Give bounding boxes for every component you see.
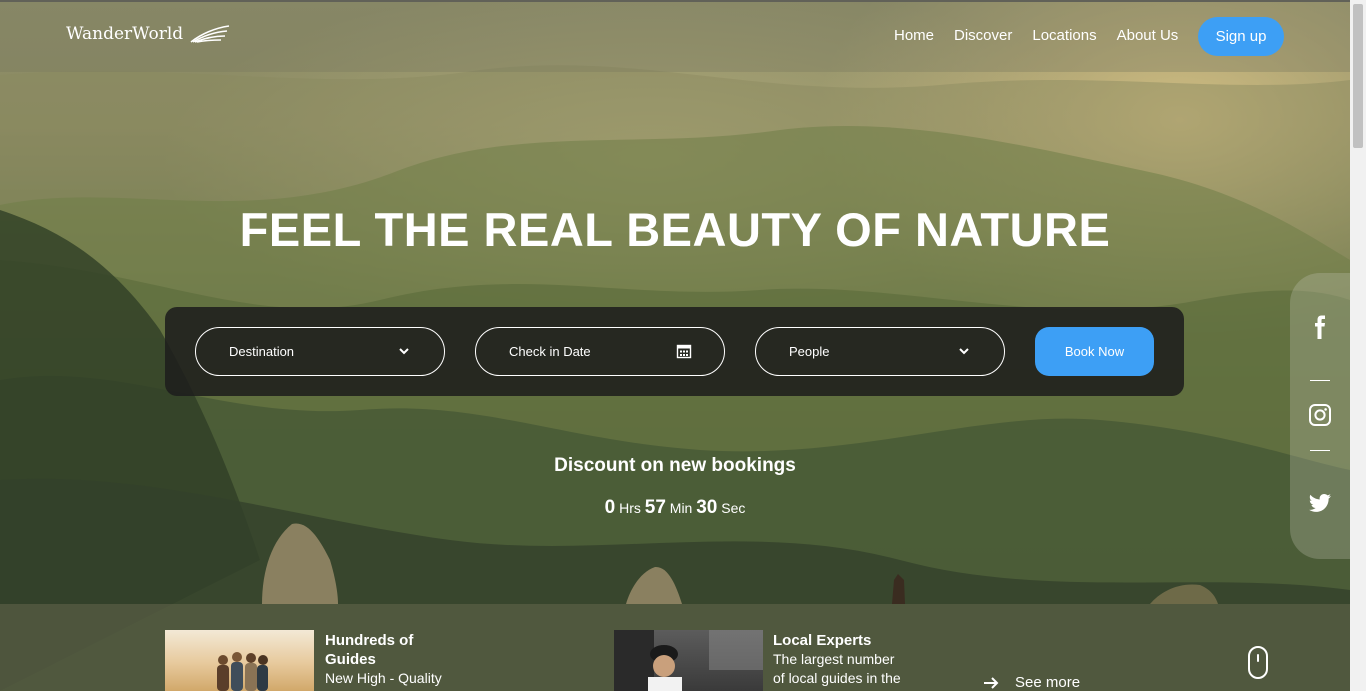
hero-title: FEEL THE REAL BEAUTY OF NATURE (239, 203, 1111, 256)
nav-links: Home Discover Locations About Us (894, 27, 1178, 44)
destination-label: Destination (229, 344, 295, 359)
checkin-date-input[interactable]: Check in Date (475, 327, 725, 376)
feature-guides-title: Hundreds of Guides (325, 631, 413, 669)
countdown-timer: 0 Hrs 57 Min 30 Sec (0, 497, 1350, 519)
arrow-right-icon (984, 676, 999, 689)
instagram-icon[interactable] (1308, 403, 1332, 427)
see-more-label: See more (1015, 674, 1081, 691)
feature-experts-desc-line1: The largest number (773, 651, 895, 667)
local-expert-image (614, 630, 763, 691)
book-now-button[interactable]: Book Now (1035, 327, 1154, 376)
destination-select[interactable]: Destination (195, 327, 445, 376)
countdown-seconds-unit: Sec (721, 500, 746, 516)
see-more-link[interactable]: See more (983, 674, 1080, 691)
scroll-mouse-icon[interactable] (1248, 646, 1268, 679)
features-strip: Hundreds of Guides New High - Quality Lo… (0, 604, 1350, 691)
social-divider (1310, 450, 1330, 451)
page-scrollbar[interactable] (1350, 0, 1366, 691)
facebook-icon[interactable] (1308, 315, 1332, 339)
guides-image (165, 630, 314, 691)
chevron-down-icon (399, 348, 409, 355)
people-select[interactable]: People (755, 327, 1005, 376)
scrollbar-thumb[interactable] (1353, 4, 1363, 148)
feature-experts-desc: The largest number of local guides in th… (773, 650, 901, 688)
discount-title: Discount on new bookings (554, 455, 796, 476)
countdown-hours-unit: Hrs (619, 500, 641, 516)
countdown-minutes: 57 (644, 497, 666, 518)
chevron-down-icon (959, 348, 969, 355)
feature-guides-title-line1: Hundreds of (325, 632, 414, 649)
feature-guides-title-line2: Guides (325, 651, 376, 668)
countdown-seconds: 30 (696, 497, 718, 518)
feature-experts-desc-line2: of local guides in the (773, 670, 901, 686)
countdown-minutes-unit: Min (669, 500, 693, 516)
nav-about-us[interactable]: About Us (1117, 27, 1179, 44)
nav-home[interactable]: Home (894, 27, 934, 44)
signup-button[interactable]: Sign up (1198, 17, 1284, 56)
navbar: WanderWorld Home Discover Locations Abou… (0, 0, 1350, 72)
people-label: People (789, 344, 830, 359)
social-sidebar (1290, 273, 1350, 559)
nav-locations[interactable]: Locations (1032, 27, 1096, 44)
countdown-hours: 0 (604, 497, 616, 518)
nav-discover[interactable]: Discover (954, 27, 1012, 44)
logo[interactable]: WanderWorld (66, 24, 231, 44)
calendar-icon (676, 344, 692, 359)
wing-icon (190, 25, 230, 43)
feature-experts-title: Local Experts (773, 632, 872, 649)
brand-name: WanderWorld (66, 24, 184, 44)
booking-bar: Destination Check in Date People Book No… (165, 307, 1184, 396)
social-divider (1310, 380, 1330, 381)
checkin-label: Check in Date (509, 344, 591, 359)
feature-guides-desc: New High - Quality (325, 670, 442, 686)
twitter-icon[interactable] (1308, 491, 1332, 515)
